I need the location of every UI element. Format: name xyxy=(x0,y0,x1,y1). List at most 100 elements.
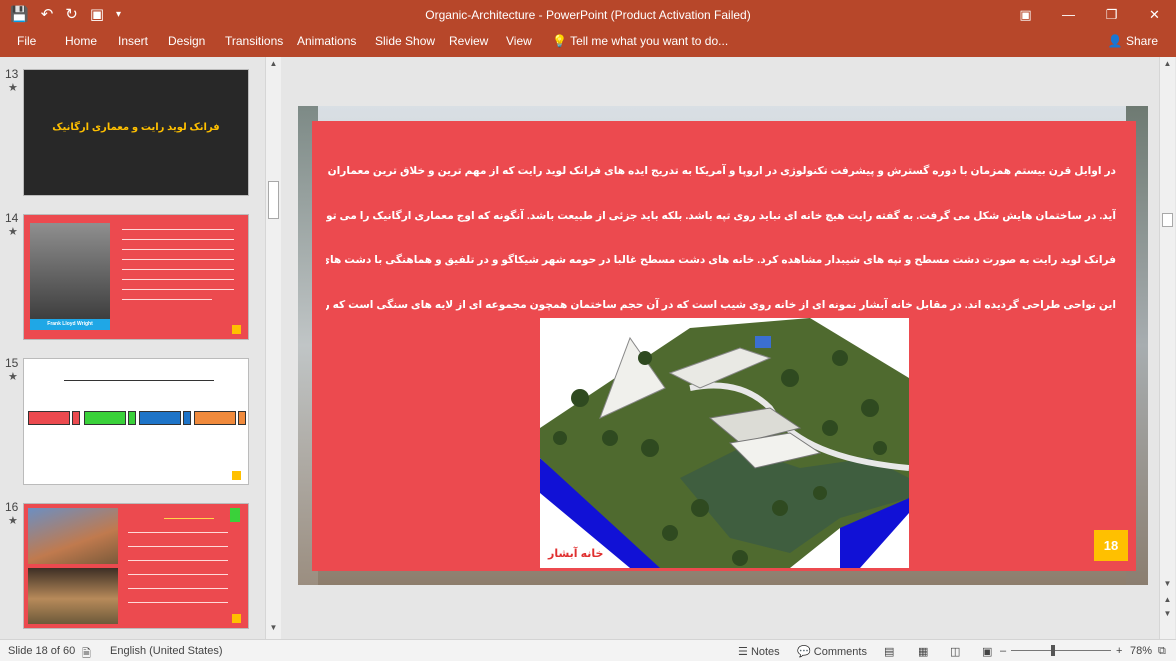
tab-transitions[interactable]: Transitions xyxy=(225,34,283,48)
scroll-down-icon[interactable]: ▼ xyxy=(1160,579,1175,588)
tab-view[interactable]: View xyxy=(506,34,532,48)
page-badge xyxy=(232,325,241,334)
slide-thumbnail-16[interactable] xyxy=(23,503,249,629)
tab-file[interactable]: File xyxy=(17,34,36,48)
animation-star-icon: ★ xyxy=(8,82,18,94)
diagram-box xyxy=(183,411,191,425)
fit-slide-icon[interactable]: ⧉ xyxy=(1158,645,1166,658)
current-slide[interactable]: در اوایل قرن بیستم همزمان با دوره گسترش … xyxy=(298,106,1148,585)
diagram-box xyxy=(194,411,236,425)
tab-insert[interactable]: Insert xyxy=(118,34,148,48)
ribbon-display-icon[interactable]: ▣ xyxy=(1004,0,1047,30)
paragraph-line: فرانک لوید رایت به صورت دشت مسطح و تپه ه… xyxy=(326,254,1116,266)
fallingwater-image[interactable]: خانه آبشار xyxy=(540,318,909,568)
zoom-slider[interactable] xyxy=(1011,650,1111,651)
scroll-up-icon[interactable]: ▲ xyxy=(266,59,281,68)
person-icon: 👤 xyxy=(1107,34,1123,48)
scroll-down-icon[interactable]: ▼ xyxy=(266,623,281,632)
diagram-box xyxy=(238,411,246,425)
scrollbar-thumb[interactable] xyxy=(1162,213,1173,227)
diagram-box xyxy=(28,411,70,425)
scrollbar-thumb[interactable] xyxy=(268,181,279,219)
pool xyxy=(755,336,771,348)
tab-animations[interactable]: Animations xyxy=(297,34,356,48)
text-line xyxy=(122,249,234,250)
house-photo xyxy=(28,508,118,564)
slide-thumbnails-pane: 13 ★ فرانک لوید رایت و معماری ارگانیک 14… xyxy=(0,57,265,639)
tell-me-search[interactable]: 💡 Tell me what you want to do... xyxy=(552,34,728,48)
thumb-number: 15 xyxy=(5,356,19,370)
zoom-out-button[interactable]: – xyxy=(1000,645,1006,657)
slide-sorter-icon[interactable]: ▦ xyxy=(918,645,928,658)
window-controls: ▣ — ❐ ✕ xyxy=(1004,0,1176,30)
tab-design[interactable]: Design xyxy=(168,34,205,48)
zoom-slider-knob[interactable] xyxy=(1051,645,1055,656)
status-bar: Slide 18 of 60 🗎 English (United States)… xyxy=(0,639,1176,661)
lightbulb-icon: 💡 xyxy=(552,34,567,48)
text-line xyxy=(164,518,214,519)
tab-slide-show[interactable]: Slide Show xyxy=(375,34,435,48)
close-icon[interactable]: ✕ xyxy=(1133,0,1176,30)
portrait-image xyxy=(30,223,110,323)
slide-thumbnail-14[interactable]: Frank Lloyd Wright xyxy=(23,214,249,340)
diagram-box xyxy=(128,411,136,425)
accent-block xyxy=(230,508,240,522)
text-line xyxy=(64,380,214,381)
text-line xyxy=(128,602,228,603)
text-line xyxy=(128,574,228,575)
comments-icon: 💬 xyxy=(797,646,811,658)
share-button[interactable]: 👤 Share xyxy=(1108,34,1158,48)
slide-thumbnail-15[interactable] xyxy=(23,358,249,485)
paragraph-line: آید. در ساختمان هایش شکل می گرفت. به گفت… xyxy=(326,209,1116,222)
text-line xyxy=(128,546,228,547)
text-line xyxy=(122,279,234,280)
text-line xyxy=(128,588,228,589)
diagram-box xyxy=(72,411,80,425)
slide-thumbnail-13[interactable]: فرانک لوید رایت و معماری ارگانیک xyxy=(23,69,249,196)
spell-check-icon[interactable]: 🗎 xyxy=(82,645,91,661)
slide-paragraph[interactable]: در اوایل قرن بیستم همزمان با دوره گسترش … xyxy=(326,149,1116,327)
animation-star-icon: ★ xyxy=(8,226,18,238)
language-indicator[interactable]: English (United States) xyxy=(110,645,223,657)
tab-review[interactable]: Review xyxy=(449,34,488,48)
paragraph-line: در اوایل قرن بیستم همزمان با دوره گسترش … xyxy=(326,165,1116,177)
previous-slide-icon[interactable]: ▲ xyxy=(1160,595,1175,604)
comments-button[interactable]: 💬 Comments xyxy=(797,645,867,658)
page-badge xyxy=(232,471,241,480)
diagram-box xyxy=(139,411,181,425)
maximize-icon[interactable]: ❐ xyxy=(1090,0,1133,30)
slide-scrollbar[interactable]: ▲ ▼ ▲ ▼ xyxy=(1159,57,1175,639)
minimize-icon[interactable]: — xyxy=(1047,0,1090,30)
notes-label: Notes xyxy=(750,646,780,658)
zoom-level[interactable]: 78% xyxy=(1130,645,1152,657)
thumb-number: 16 xyxy=(5,500,19,514)
thumb-number: 13 xyxy=(5,67,19,81)
diagram-box xyxy=(84,411,126,425)
text-line xyxy=(122,289,234,290)
zoom-in-button[interactable]: + xyxy=(1116,645,1122,657)
slideshow-view-icon[interactable]: ▣ xyxy=(982,645,992,658)
tab-home[interactable]: Home xyxy=(65,34,97,48)
text-line xyxy=(122,239,234,240)
title-bar: 💾 ↶ ↻ ▣ ▾ Organic-Architecture - PowerPo… xyxy=(0,0,1176,30)
reading-view-icon[interactable]: ◫ xyxy=(950,645,960,658)
house-photo xyxy=(28,568,118,624)
thumb-title: فرانک لوید رایت و معماری ارگانیک xyxy=(52,122,220,133)
comments-label: Comments xyxy=(813,646,867,658)
thumbnails-scrollbar[interactable]: ▲ ▼ xyxy=(265,57,281,639)
thumb-caption: Frank Lloyd Wright xyxy=(30,319,110,330)
scroll-up-icon[interactable]: ▲ xyxy=(1160,59,1175,68)
slide-number-badge: 18 xyxy=(1094,530,1128,561)
animation-star-icon: ★ xyxy=(8,371,18,383)
normal-view-icon[interactable]: ▤ xyxy=(884,645,894,658)
slide-counter[interactable]: Slide 18 of 60 xyxy=(8,645,75,657)
tell-me-label: Tell me what you want to do... xyxy=(570,34,729,48)
animation-star-icon: ★ xyxy=(8,515,18,527)
text-line xyxy=(122,229,234,230)
next-slide-icon[interactable]: ▼ xyxy=(1160,609,1175,618)
notes-button[interactable]: ☰ Notes xyxy=(738,645,780,658)
text-line xyxy=(122,259,234,260)
content-panel: در اوایل قرن بیستم همزمان با دوره گسترش … xyxy=(312,121,1136,571)
thumb-number: 14 xyxy=(5,211,19,225)
page-badge xyxy=(232,614,241,623)
